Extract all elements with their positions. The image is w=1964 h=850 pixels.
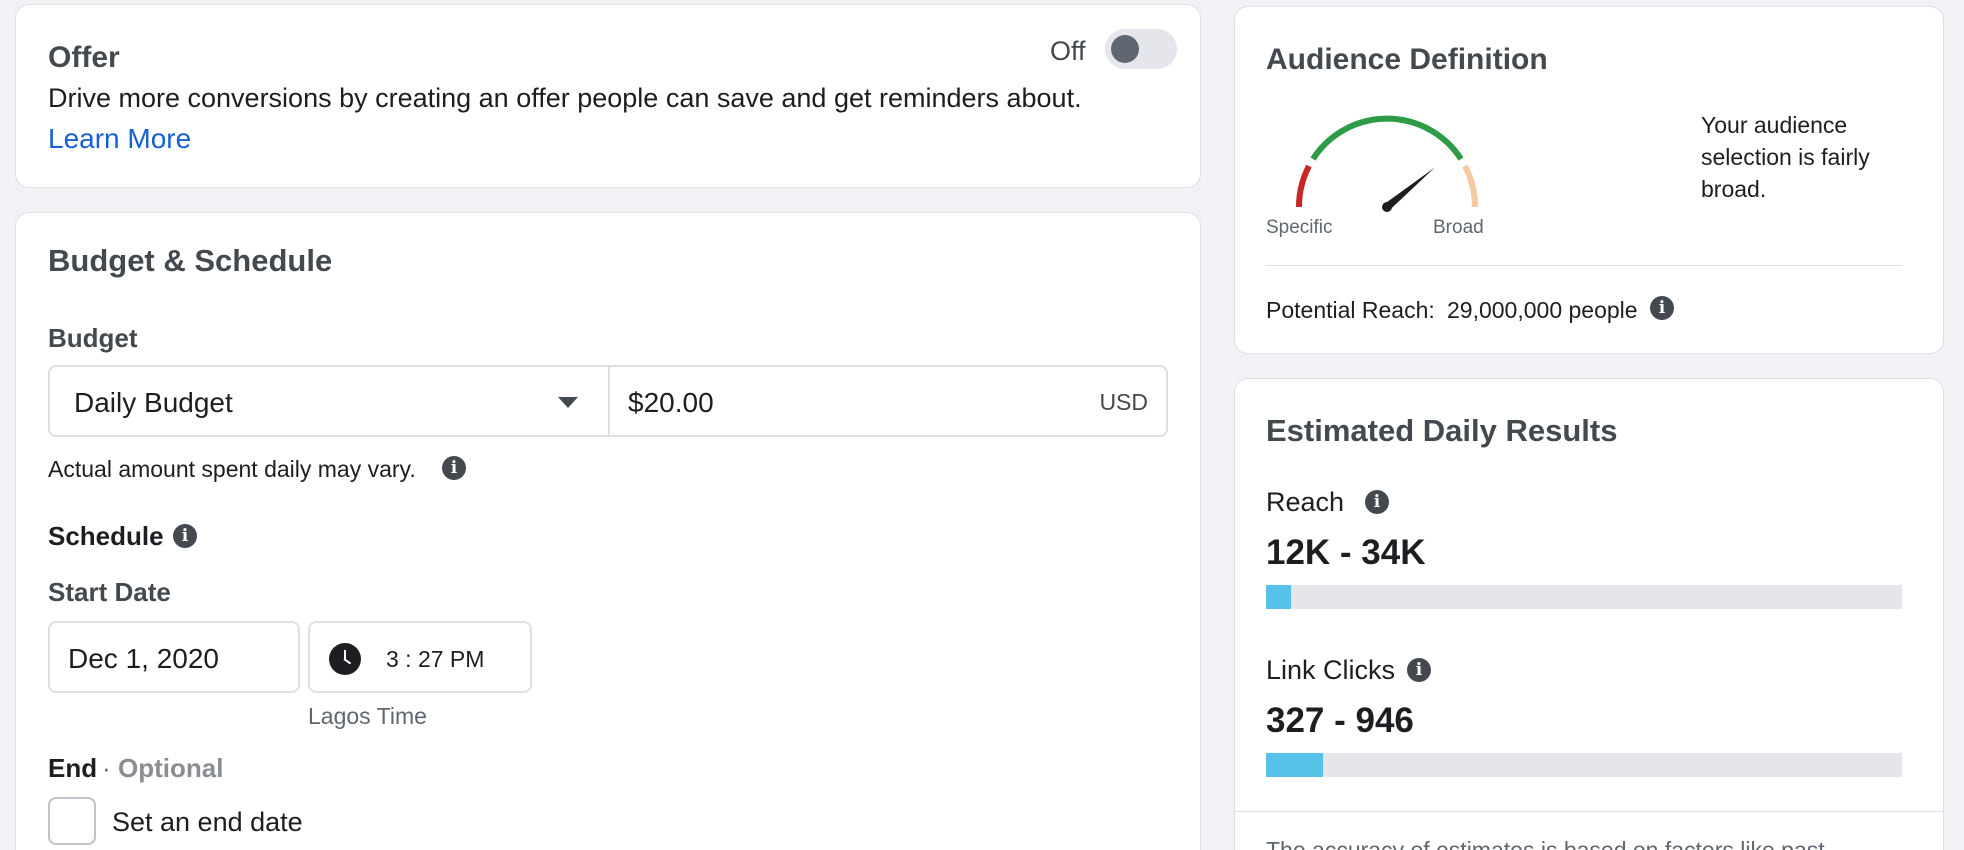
info-icon[interactable]: i [173,524,197,548]
audience-title: Audience Definition [1266,43,1548,76]
link-clicks-range: 327 - 946 [1266,701,1414,740]
link-clicks-label: Link Clicks [1266,655,1396,685]
currency-label: USD [1099,389,1148,415]
end-label: End [48,753,98,783]
start-date-label: Start Date [48,577,171,607]
link-clicks-bar-fill [1266,753,1324,777]
gauge-needle [1384,167,1435,211]
start-date-value: Dec 1, 2020 [68,643,219,674]
budget-type-dropdown[interactable]: Daily Budget [50,367,610,435]
gauge-hub [1382,202,1392,212]
reach-range: 12K - 34K [1266,533,1426,572]
clock-icon [329,643,361,675]
budget-schedule-title: Budget & Schedule [48,243,333,278]
gauge-segment-mid [1310,115,1464,161]
info-icon[interactable]: i [442,456,466,480]
audience-definition-card: Audience Definition Specific Broad Your … [1234,6,1944,354]
end-optional-label: Optional [118,753,224,783]
divider [1266,265,1902,266]
budget-amount-field[interactable]: $20.00 USD [610,367,1166,435]
estimated-results-card: Estimated Daily Results Reach i 12K - 34… [1234,378,1944,850]
start-time-value: 3 : 27 PM [386,646,485,672]
start-time-field[interactable]: 3 : 27 PM [308,621,532,693]
end-date-checkbox[interactable] [48,797,96,845]
budget-schedule-card: Budget & Schedule Budget Daily Budget $2… [15,212,1201,850]
gauge-segment-broad [1462,164,1479,208]
schedule-label: Schedule [48,521,164,551]
reach-bar [1266,585,1902,609]
estimates-footnote: The accuracy of estimates is based on fa… [1266,837,1825,850]
info-icon[interactable]: i [1365,490,1389,514]
audience-message: Your audience selection is fairly broad. [1701,112,1870,202]
offer-description: Drive more conversions by creating an of… [48,83,1082,113]
reach-bar-fill [1266,585,1292,609]
gauge-segment-specific [1295,164,1312,208]
reach-label: Reach [1266,487,1345,517]
end-date-checkbox-label[interactable]: Set an end date [112,807,303,838]
potential-reach-value: 29,000,000 people [1447,297,1638,323]
gauge-label-specific: Specific [1266,217,1333,238]
budget-input-group: Daily Budget $20.00 USD [48,365,1168,437]
budget-label: Budget [48,323,138,353]
learn-more-link[interactable]: Learn More [48,123,191,155]
budget-type-value: Daily Budget [74,387,233,418]
audience-gauge [1295,115,1479,212]
budget-amount-value: $20.00 [628,387,714,418]
divider [1235,811,1943,812]
info-icon[interactable]: i [1407,658,1431,682]
offer-toggle-state: Off [1050,36,1086,66]
offer-title: Offer [48,41,120,74]
offer-card: Offer Drive more conversions by creating… [15,4,1201,188]
estimated-results-title: Estimated Daily Results [1266,413,1618,448]
potential-reach-label: Potential Reach: [1266,297,1435,323]
link-clicks-bar [1266,753,1902,777]
offer-toggle[interactable] [1105,29,1177,69]
info-icon[interactable]: i [1650,296,1674,320]
end-separator: · [102,753,111,783]
time-zone-label: Lagos Time [308,703,427,729]
budget-note: Actual amount spent daily may vary. [48,456,416,482]
toggle-knob [1111,35,1139,63]
start-date-field[interactable]: Dec 1, 2020 [48,621,300,693]
caret-down-icon [558,397,578,408]
gauge-label-broad: Broad [1433,217,1484,238]
